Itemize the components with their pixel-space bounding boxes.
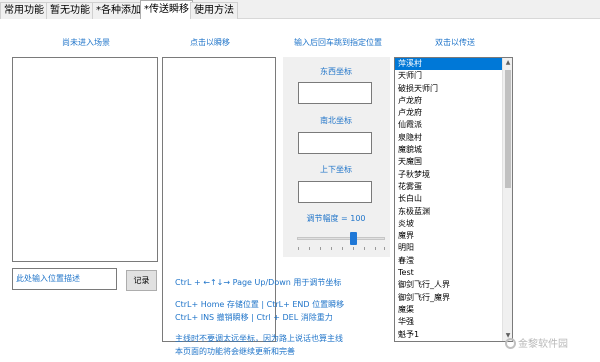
scene-list-items: 萍溪村 天师门 破损天师门 卢龙府 卢龙府 仙霞派 泉隐村 魔貌城 天魔国 子秋梦境 花雾蛋 长白山东… [395,58,512,342]
scene-list-item[interactable]: Test [395,267,512,279]
step-slider-track[interactable] [297,237,385,240]
scene-list-item[interactable]: 御剑飞行_魔界 [395,292,512,304]
slider-tick [342,247,343,250]
scene-list-item[interactable]: 魔渠 [395,304,512,316]
scene-list-item[interactable]: 萍溪村 [395,58,512,71]
scene-list-item[interactable]: 魔貌城 [395,144,512,156]
watermark-text: 金黎软件园 [518,339,568,350]
tab-usage[interactable]: 使用方法 [190,2,238,19]
header-jump-to-position: 输入后回车跳到指定位置 [294,38,382,47]
scene-list-item[interactable]: 天师门 [395,70,512,82]
tab-no-function[interactable]: 暂无功能 [46,2,94,19]
scene-list-item[interactable]: 魁予2 [395,341,512,342]
north-south-input[interactable] [298,132,372,154]
step-slider-thumb[interactable] [349,232,357,245]
tab-bar: 常用功能 暂无功能 *各种添加 *传送瞬移 使用方法 [0,0,600,20]
help-mainline-note: 主线时不要调太远坐标，因为路上说话也算主线 [175,334,343,343]
slider-tick [331,247,332,250]
scene-list-item[interactable]: 炎坡 [395,218,512,230]
help-arrow-keys: CtrL + ←↑↓→ Page Up/Down 用于调节坐标 [175,278,342,287]
slider-tick [320,247,321,250]
scene-list-item[interactable]: 仙霞派 [395,119,512,131]
help-update-note: 本页面的功能将会继续更新和完善 [175,347,295,356]
slider-tick [384,247,385,250]
record-button[interactable]: 记录 [126,270,157,291]
tab-various-add[interactable]: *各种添加 [92,2,145,19]
header-unentered-scenes: 尚未进入场景 [62,38,110,47]
scene-list-item[interactable]: 东极蓝渊 [395,206,512,218]
slider-tick [364,247,365,250]
tab-teleport[interactable]: *传送瞬移 [140,0,193,20]
slider-tick [353,247,354,250]
scene-list-item[interactable]: 天魔国 [395,156,512,168]
scene-list-item[interactable]: 花雾蛋 [395,181,512,193]
watermark-logo-icon [505,338,516,349]
slider-tick [298,247,299,250]
scrollbar-thumb[interactable] [505,70,511,188]
help-ins-del: CtrL+ INS 撤销瞬移 | Ctrl + DEL 消除重力 [175,313,333,322]
up-down-label: 上下坐标 [320,165,352,174]
position-description-input[interactable]: 此处输入位置描述 [12,268,117,290]
scene-list-item[interactable]: 魁予1 [395,329,512,341]
slider-tick [375,247,376,250]
slider-tick [309,247,310,250]
scene-list-item[interactable]: 子秋梦境 [395,169,512,181]
watermark: 金黎软件园 [505,335,568,350]
scene-teleport-list[interactable]: 萍溪村 天师门 破损天师门 卢龙府 卢龙府 仙霞派 泉隐村 魔貌城 天魔国 子秋梦境 花雾蛋 长白山东… [394,57,513,342]
scene-list-item[interactable]: 破损天师门 [395,83,512,95]
up-down-input[interactable] [298,181,372,203]
scene-list-scrollbar[interactable]: ▲ ▼ [502,58,512,341]
east-west-input[interactable] [298,82,372,104]
scene-list-item[interactable]: 明阳 [395,242,512,254]
north-south-label: 南北坐标 [320,116,352,125]
tab-common-functions[interactable]: 常用功能 [0,2,48,19]
help-home-end: CtrL+ Home 存储位置 | CtrL+ END 位置瞬移 [175,300,345,309]
header-double-click-teleport: 双击以传送 [435,38,475,47]
step-label: 调节幅度 = 100 [306,214,366,223]
scene-list-item[interactable]: 春滢 [395,255,512,267]
scene-list-item[interactable]: 长白山 [395,193,512,205]
scene-list-item[interactable]: 卢龙府 [395,107,512,119]
scene-list-item[interactable]: 华强 [395,316,512,328]
scroll-up-icon[interactable]: ▲ [503,58,512,68]
scene-list-item[interactable]: 卢龙府 [395,95,512,107]
scene-list-item[interactable]: 御剑飞行_人界 [395,279,512,291]
header-click-to-teleport: 点击以瞬移 [190,38,230,47]
scene-list-item[interactable]: 泉隐村 [395,132,512,144]
unentered-scenes-list[interactable] [12,57,158,262]
scene-list-item[interactable]: 魔界 [395,230,512,242]
east-west-label: 东西坐标 [320,67,352,76]
